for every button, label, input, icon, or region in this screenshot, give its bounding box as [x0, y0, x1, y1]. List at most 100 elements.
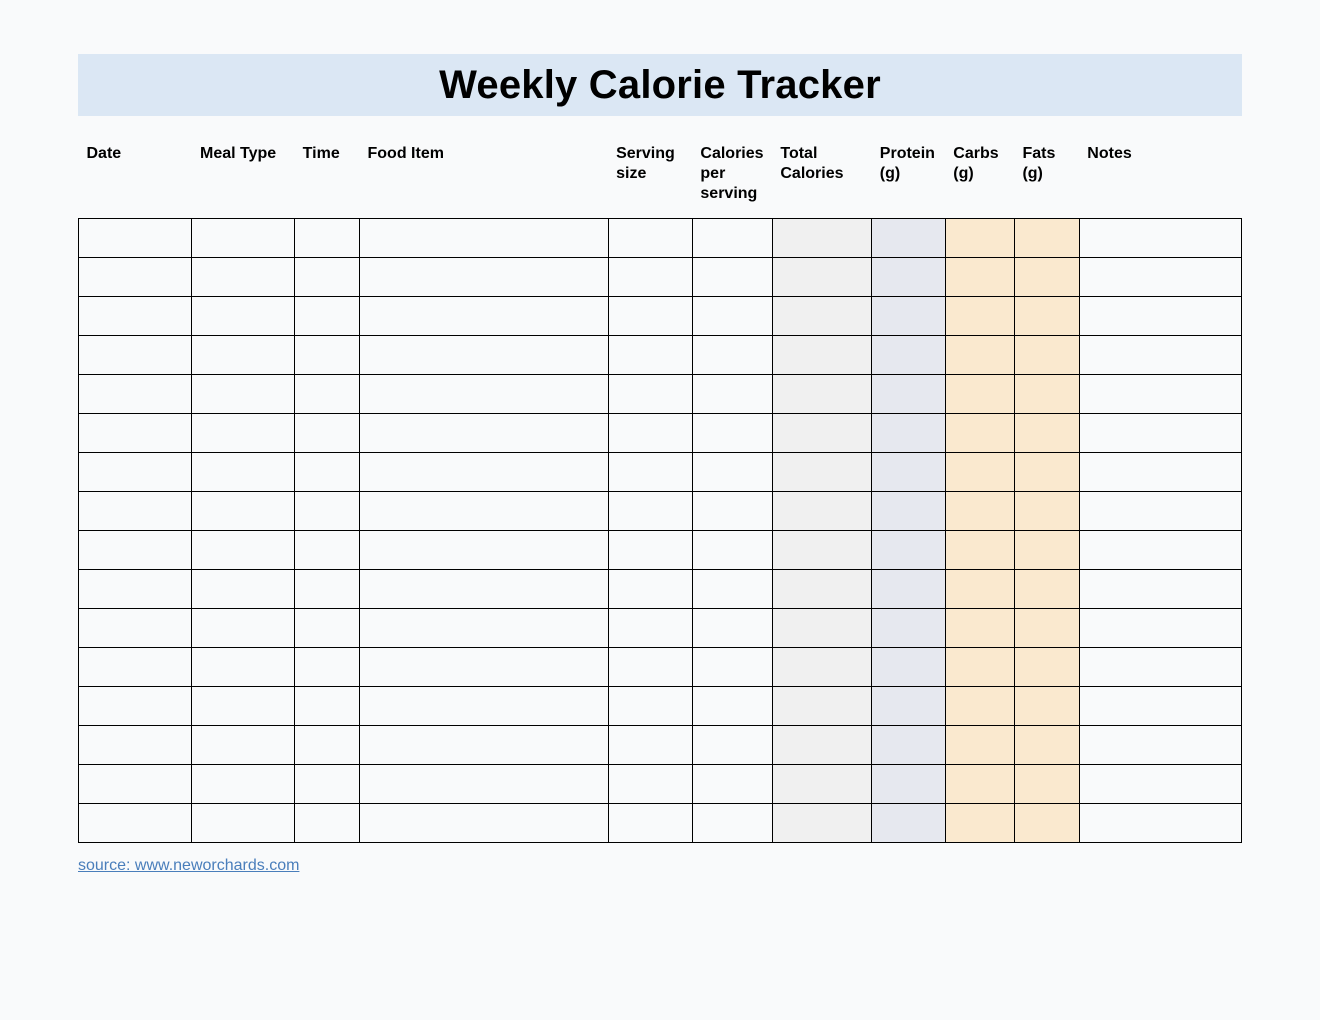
cell[interactable]: [772, 765, 871, 804]
cell[interactable]: [295, 297, 360, 336]
cell[interactable]: [1014, 726, 1079, 765]
cell[interactable]: [608, 414, 692, 453]
cell[interactable]: [692, 492, 772, 531]
cell[interactable]: [192, 297, 295, 336]
cell[interactable]: [295, 219, 360, 258]
cell[interactable]: [192, 726, 295, 765]
cell[interactable]: [772, 570, 871, 609]
cell[interactable]: [192, 375, 295, 414]
cell[interactable]: [360, 453, 609, 492]
cell[interactable]: [295, 492, 360, 531]
cell[interactable]: [692, 414, 772, 453]
cell[interactable]: [608, 609, 692, 648]
cell[interactable]: [945, 453, 1014, 492]
cell[interactable]: [360, 258, 609, 297]
cell[interactable]: [1079, 492, 1241, 531]
cell[interactable]: [360, 804, 609, 843]
cell[interactable]: [79, 531, 192, 570]
cell[interactable]: [692, 648, 772, 687]
cell[interactable]: [1079, 375, 1241, 414]
cell[interactable]: [608, 219, 692, 258]
cell[interactable]: [1079, 531, 1241, 570]
cell[interactable]: [79, 258, 192, 297]
cell[interactable]: [295, 609, 360, 648]
cell[interactable]: [295, 453, 360, 492]
cell[interactable]: [1014, 297, 1079, 336]
cell[interactable]: [192, 804, 295, 843]
cell[interactable]: [945, 258, 1014, 297]
cell[interactable]: [1079, 219, 1241, 258]
cell[interactable]: [945, 219, 1014, 258]
cell[interactable]: [1079, 336, 1241, 375]
cell[interactable]: [608, 375, 692, 414]
cell[interactable]: [872, 219, 945, 258]
cell[interactable]: [872, 414, 945, 453]
cell[interactable]: [360, 219, 609, 258]
cell[interactable]: [772, 726, 871, 765]
cell[interactable]: [79, 414, 192, 453]
cell[interactable]: [772, 219, 871, 258]
cell[interactable]: [608, 531, 692, 570]
cell[interactable]: [872, 492, 945, 531]
cell[interactable]: [608, 453, 692, 492]
cell[interactable]: [192, 219, 295, 258]
cell[interactable]: [1014, 570, 1079, 609]
cell[interactable]: [360, 648, 609, 687]
cell[interactable]: [692, 258, 772, 297]
cell[interactable]: [295, 570, 360, 609]
cell[interactable]: [945, 804, 1014, 843]
cell[interactable]: [1079, 648, 1241, 687]
cell[interactable]: [872, 765, 945, 804]
cell[interactable]: [1079, 765, 1241, 804]
cell[interactable]: [79, 726, 192, 765]
cell[interactable]: [295, 258, 360, 297]
cell[interactable]: [608, 765, 692, 804]
cell[interactable]: [692, 375, 772, 414]
cell[interactable]: [295, 375, 360, 414]
cell[interactable]: [692, 297, 772, 336]
cell[interactable]: [608, 492, 692, 531]
cell[interactable]: [945, 531, 1014, 570]
cell[interactable]: [945, 609, 1014, 648]
cell[interactable]: [79, 297, 192, 336]
cell[interactable]: [1014, 414, 1079, 453]
cell[interactable]: [360, 687, 609, 726]
cell[interactable]: [692, 531, 772, 570]
cell[interactable]: [692, 765, 772, 804]
cell[interactable]: [945, 492, 1014, 531]
cell[interactable]: [692, 336, 772, 375]
cell[interactable]: [1014, 687, 1079, 726]
cell[interactable]: [772, 531, 871, 570]
cell[interactable]: [872, 531, 945, 570]
cell[interactable]: [79, 453, 192, 492]
cell[interactable]: [945, 375, 1014, 414]
cell[interactable]: [772, 414, 871, 453]
cell[interactable]: [192, 609, 295, 648]
cell[interactable]: [1079, 687, 1241, 726]
cell[interactable]: [79, 804, 192, 843]
cell[interactable]: [79, 609, 192, 648]
cell[interactable]: [360, 375, 609, 414]
cell[interactable]: [360, 336, 609, 375]
cell[interactable]: [1079, 414, 1241, 453]
cell[interactable]: [79, 219, 192, 258]
cell[interactable]: [79, 492, 192, 531]
cell[interactable]: [79, 336, 192, 375]
cell[interactable]: [692, 687, 772, 726]
cell[interactable]: [360, 414, 609, 453]
cell[interactable]: [692, 453, 772, 492]
cell[interactable]: [772, 687, 871, 726]
cell[interactable]: [772, 648, 871, 687]
cell[interactable]: [608, 297, 692, 336]
cell[interactable]: [295, 414, 360, 453]
cell[interactable]: [79, 765, 192, 804]
source-link[interactable]: source: www.neworchards.com: [78, 857, 299, 874]
cell[interactable]: [608, 726, 692, 765]
cell[interactable]: [692, 219, 772, 258]
cell[interactable]: [360, 726, 609, 765]
cell[interactable]: [945, 570, 1014, 609]
cell[interactable]: [360, 609, 609, 648]
cell[interactable]: [295, 687, 360, 726]
cell[interactable]: [1014, 492, 1079, 531]
cell[interactable]: [772, 453, 871, 492]
